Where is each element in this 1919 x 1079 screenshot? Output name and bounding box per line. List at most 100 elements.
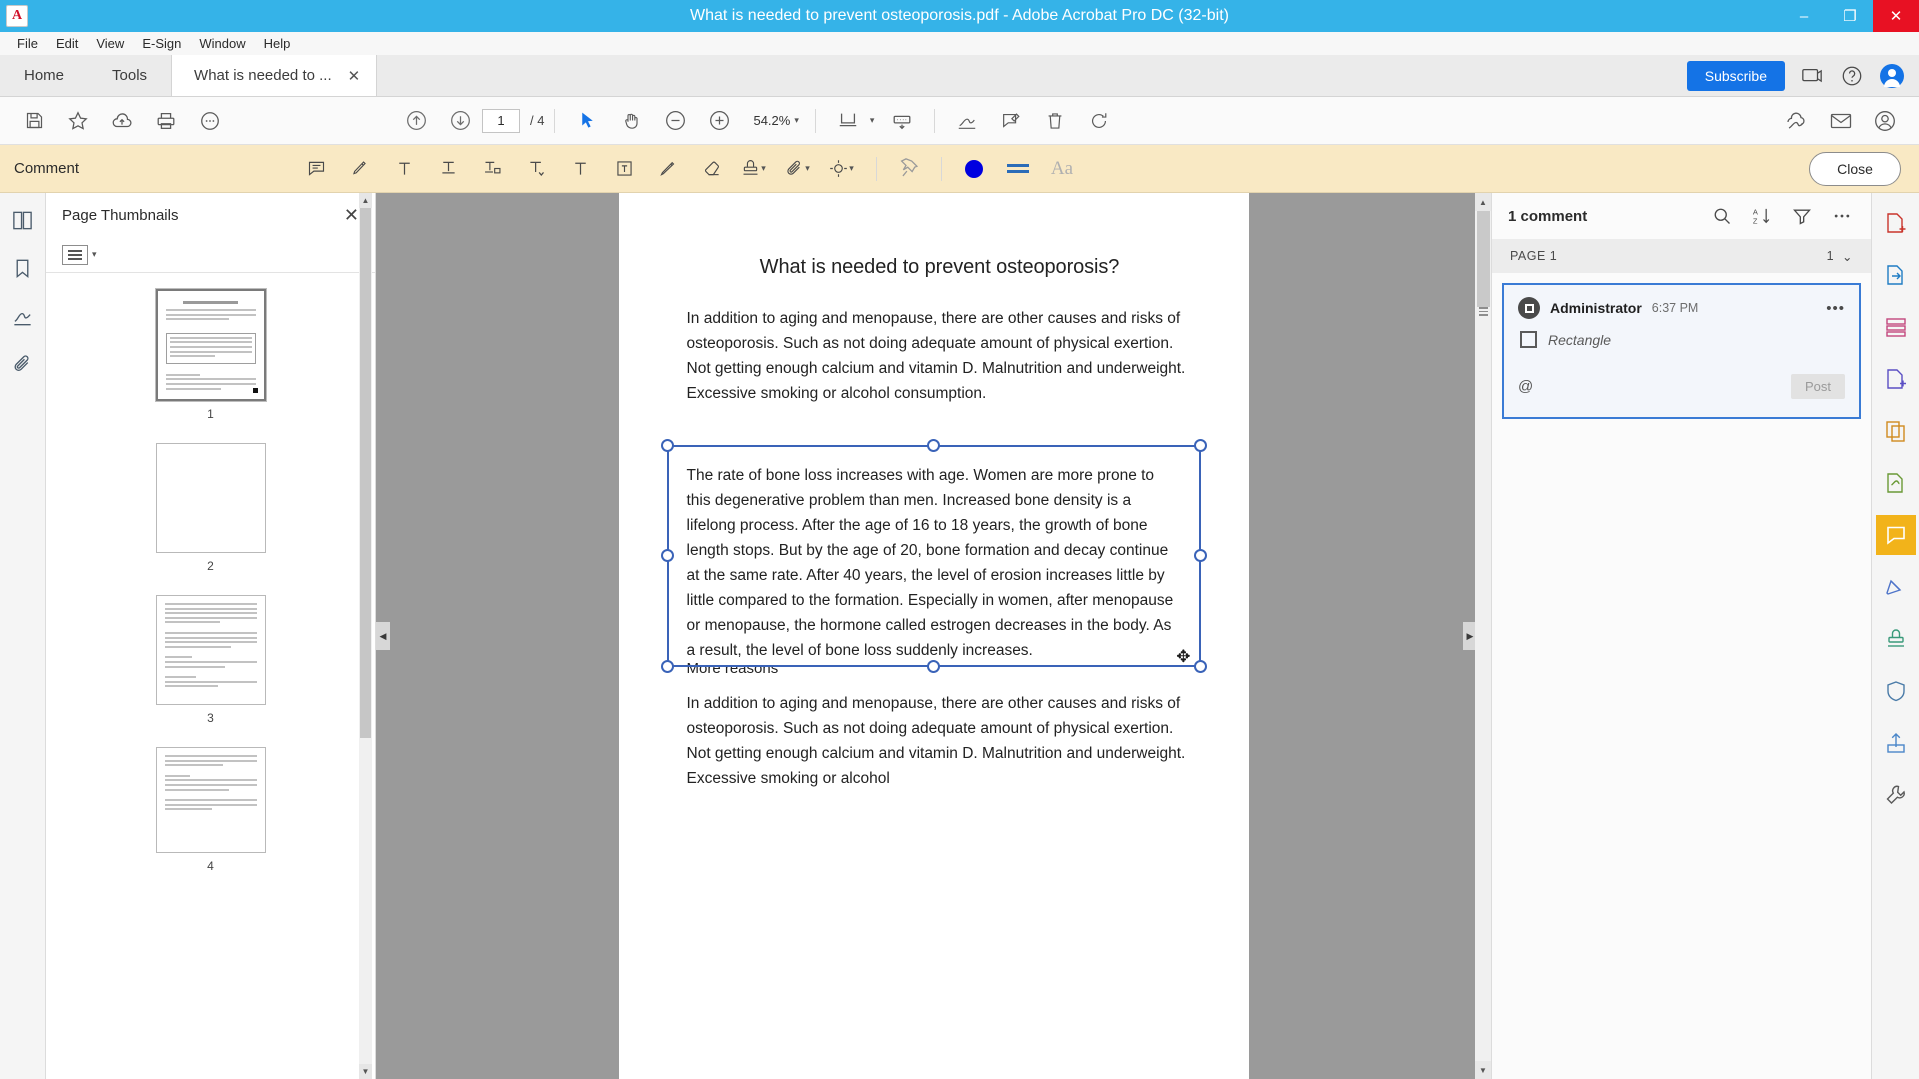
close-icon-thumbnails[interactable]: ✕ (344, 205, 359, 226)
tab-tools[interactable]: Tools (88, 55, 171, 96)
thumbnail-page-2[interactable] (155, 443, 266, 553)
scroll-up-icon-doc[interactable]: ▲ (1475, 193, 1491, 211)
upload-cloud-icon[interactable] (105, 104, 139, 138)
select-tool-icon[interactable] (570, 104, 604, 138)
thumbnail-item[interactable]: 3 (46, 595, 375, 725)
replace-text-icon[interactable] (473, 152, 511, 186)
scroll-down-icon[interactable]: ▼ (359, 1064, 372, 1079)
thumbnail-page-3[interactable] (155, 595, 266, 705)
menu-window[interactable]: Window (190, 34, 254, 53)
pin-icon[interactable] (890, 152, 928, 186)
tab-document[interactable]: What is needed to ... ✕ (171, 55, 378, 96)
scrollbar-thumb-doc[interactable] (1476, 211, 1490, 307)
document-scrollbar[interactable]: ▲ ▼ (1475, 193, 1491, 1079)
combine-files-icon[interactable] (1876, 411, 1916, 451)
next-page-icon[interactable] (443, 104, 477, 138)
comment-tool-icon[interactable] (1875, 515, 1916, 555)
thumbnail-item[interactable]: 1 (46, 289, 375, 421)
share-icon[interactable] (1876, 723, 1916, 763)
measure-icon[interactable] (1876, 567, 1916, 607)
bookmarks-icon[interactable] (8, 253, 38, 283)
resize-handle-middle-right[interactable] (1193, 549, 1207, 562)
scroll-down-icon-doc[interactable]: ▼ (1475, 1061, 1491, 1079)
rotate-icon[interactable] (1082, 104, 1116, 138)
thumbnail-page-4[interactable] (155, 747, 266, 853)
menu-esign[interactable]: E-Sign (133, 34, 190, 53)
chevron-down-icon-page-group[interactable]: ⌄ (1842, 249, 1853, 264)
comments-options-icon[interactable] (1829, 203, 1855, 229)
highlight-icon[interactable] (341, 152, 379, 186)
thumbnail-item[interactable]: 4 (46, 747, 375, 873)
pdf-page[interactable]: What is needed to prevent osteoporosis? … (618, 193, 1249, 1079)
close-window-button[interactable]: ✕ (1873, 0, 1919, 32)
scrollbar-thumb[interactable] (360, 208, 371, 738)
edit-pdf-icon[interactable] (1876, 359, 1916, 399)
chevron-down-icon-draw[interactable]: ▾ (849, 163, 854, 174)
search-icon[interactable] (1709, 203, 1735, 229)
zoom-in-icon[interactable] (702, 104, 736, 138)
menu-file[interactable]: File (8, 34, 47, 53)
chevron-down-icon-fit[interactable]: ▾ (870, 115, 875, 126)
chevron-down-icon-attach[interactable]: ▾ (805, 163, 810, 174)
collapse-left-panel-icon[interactable]: ◀ (376, 622, 390, 650)
help-icon[interactable] (1839, 63, 1865, 89)
tab-home[interactable]: Home (0, 55, 88, 96)
thumbnails-scrollbar[interactable]: ▲ ▼ (359, 193, 372, 1079)
attach-file-icon[interactable]: ▾ (781, 152, 819, 186)
sign-icon[interactable] (950, 104, 984, 138)
close-comment-toolbar-button[interactable]: Close (1809, 151, 1901, 186)
insert-text-icon[interactable] (517, 152, 555, 186)
attachments-icon[interactable] (8, 349, 38, 379)
star-icon[interactable] (61, 104, 95, 138)
close-icon[interactable]: ✕ (348, 67, 361, 85)
resize-handle-top-left[interactable] (660, 439, 674, 452)
thumbnail-item[interactable]: 2 (46, 443, 375, 573)
account-icon[interactable] (1868, 104, 1902, 138)
zoom-level-value[interactable]: 54.2% (753, 113, 790, 128)
protect-icon[interactable] (1876, 671, 1916, 711)
share-screen-icon[interactable] (1799, 63, 1825, 89)
color-swatch[interactable] (955, 152, 993, 186)
page-number-input[interactable]: 1 (482, 108, 520, 133)
thumbnail-page-1[interactable] (155, 289, 266, 401)
comments-page-group-header[interactable]: PAGE 1 1 ⌄ (1492, 239, 1871, 273)
stamp-icon[interactable]: ▾ (737, 152, 775, 186)
organize-pages-icon[interactable] (1876, 307, 1916, 347)
resize-handle-bottom-left[interactable] (660, 660, 674, 673)
resize-handle-top-right[interactable] (1193, 439, 1207, 452)
page-thumbnails-list[interactable]: 1 2 3 4 (46, 273, 375, 1079)
resize-handle-bottom-right[interactable] (1193, 660, 1207, 673)
strikethrough-text-icon[interactable] (429, 152, 467, 186)
scroll-up-icon[interactable]: ▲ (359, 193, 372, 208)
line-thickness-icon[interactable] (999, 152, 1037, 186)
sticky-note-icon[interactable] (297, 152, 335, 186)
fill-and-sign-icon[interactable] (1876, 463, 1916, 503)
chevron-down-icon-thumbnails[interactable]: ▾ (92, 249, 97, 260)
selected-text-box-annotation[interactable]: The rate of bone loss increases with age… (660, 439, 1207, 673)
cloud-sign-icon[interactable] (1780, 104, 1814, 138)
font-size-icon[interactable]: Aa (1043, 152, 1081, 186)
print-icon[interactable] (149, 104, 183, 138)
menu-help[interactable]: Help (255, 34, 300, 53)
zoom-out-icon[interactable] (658, 104, 692, 138)
thumbnail-options-button[interactable] (62, 244, 88, 265)
comment-icon[interactable] (994, 104, 1028, 138)
add-text-icon[interactable] (561, 152, 599, 186)
post-comment-button[interactable]: Post (1790, 374, 1845, 399)
filter-icon[interactable] (1789, 203, 1815, 229)
chevron-down-icon-stamp[interactable]: ▾ (761, 163, 766, 174)
more-tools-icon[interactable] (193, 104, 227, 138)
create-pdf-icon[interactable] (1876, 203, 1916, 243)
text-box-icon[interactable] (605, 152, 643, 186)
document-viewer[interactable]: What is needed to prevent osteoporosis? … (376, 193, 1491, 1079)
pencil-draw-icon[interactable] (649, 152, 687, 186)
page-thumbnails-icon[interactable] (8, 205, 38, 235)
chevron-down-icon[interactable]: ▾ (794, 115, 799, 126)
save-icon[interactable] (17, 104, 51, 138)
stamp-tool-icon[interactable] (1876, 619, 1916, 659)
previous-page-icon[interactable] (399, 104, 433, 138)
delete-icon[interactable] (1038, 104, 1072, 138)
comment-card[interactable]: Administrator 6:37 PM ••• Rectangle @ Po… (1502, 283, 1861, 419)
eraser-icon[interactable] (693, 152, 731, 186)
resize-handle-middle-left[interactable] (660, 549, 674, 562)
